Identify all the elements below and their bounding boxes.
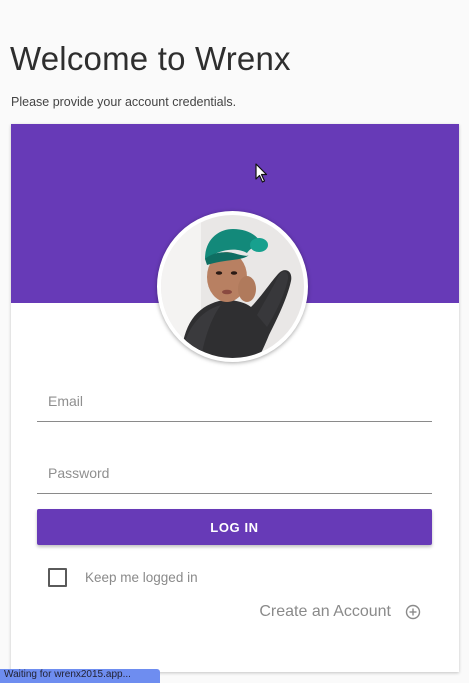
user-photo-icon — [161, 215, 304, 358]
keep-logged-in-checkbox[interactable] — [48, 567, 67, 587]
create-account-label[interactable]: Create an Account — [259, 603, 391, 621]
create-account-link[interactable]: Create an Account — [259, 603, 421, 621]
password-field[interactable] — [37, 453, 432, 494]
page-title: Welcome to Wrenx — [10, 40, 291, 77]
email-input[interactable] — [37, 381, 432, 421]
login-button[interactable]: LOG IN — [37, 509, 432, 545]
keep-logged-in-label: Keep me logged in — [85, 569, 198, 585]
plus-circle-icon[interactable] — [405, 604, 421, 620]
keep-logged-in-row[interactable]: Keep me logged in — [48, 567, 198, 587]
login-card: LOG IN Keep me logged in Create an Accou… — [11, 124, 459, 672]
email-field[interactable] — [37, 381, 432, 422]
page-subtitle: Please provide your account credentials. — [11, 95, 237, 109]
password-input[interactable] — [37, 453, 432, 493]
avatar — [157, 211, 308, 362]
mouse-cursor-icon — [255, 163, 268, 183]
